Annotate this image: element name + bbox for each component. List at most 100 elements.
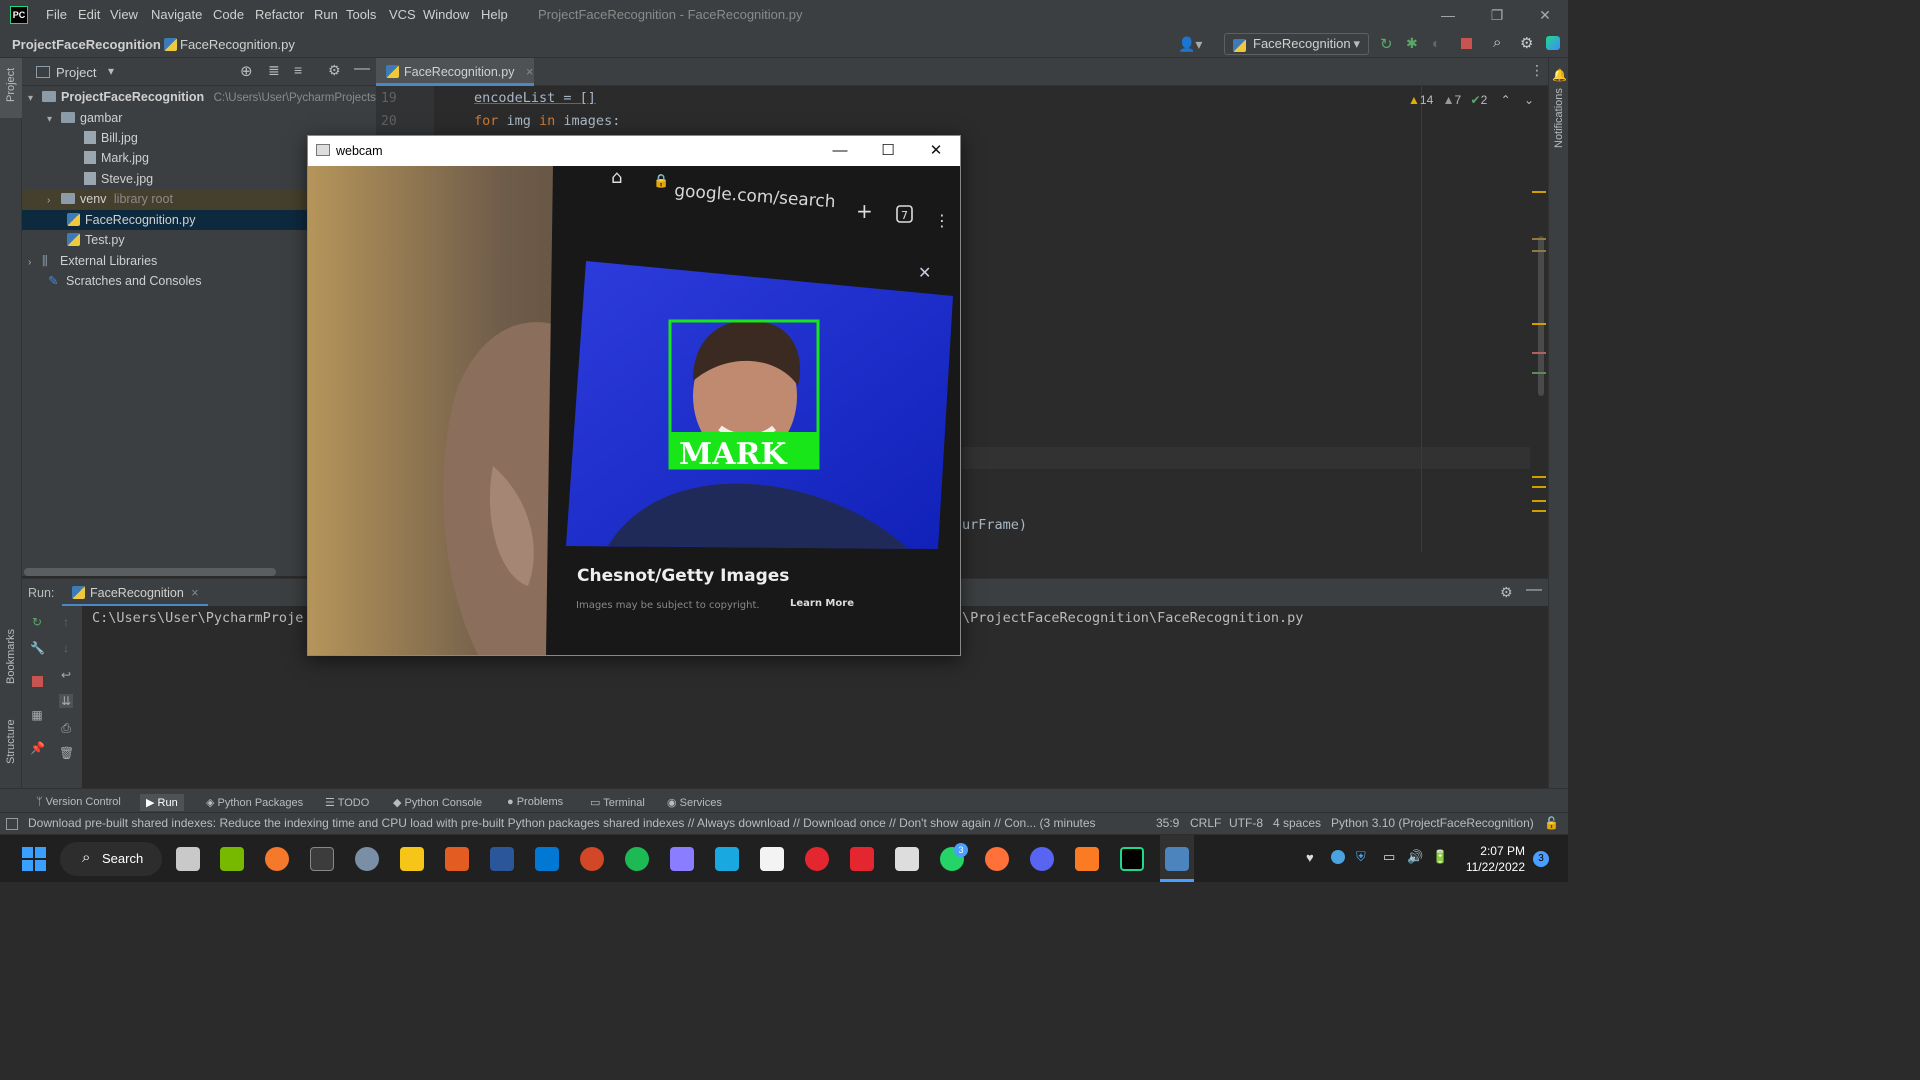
soft-wrap-icon[interactable]: ↩: [59, 668, 73, 682]
close-tab-icon[interactable]: ×: [191, 586, 198, 600]
pocket-icon[interactable]: [850, 847, 874, 871]
tool-version-control[interactable]: ᛘ Version Control: [36, 796, 121, 808]
tree-item-project-root[interactable]: ▾ ProjectFaceRecognition C:\Users\User\Py…: [22, 87, 379, 107]
vscode-icon[interactable]: [535, 847, 559, 871]
line-separator[interactable]: CRLF: [1190, 816, 1221, 830]
menu-edit[interactable]: Edit: [78, 7, 100, 22]
notifications-icon[interactable]: 🔔: [1552, 68, 1567, 82]
rerun-icon[interactable]: ↻: [30, 615, 44, 629]
clock[interactable]: 2:07 PM 11/22/2022: [1466, 843, 1525, 875]
hide-panel-icon[interactable]: —: [1526, 581, 1542, 599]
task-view-icon[interactable]: [176, 847, 200, 871]
maximize-icon[interactable]: ☐: [868, 140, 908, 162]
python-interpreter[interactable]: Python 3.10 (ProjectFaceRecognition): [1331, 816, 1534, 830]
toolbox-icon[interactable]: [1546, 36, 1560, 50]
minimize-icon[interactable]: —: [1433, 4, 1463, 26]
chevron-up-icon[interactable]: ⌃: [1501, 93, 1511, 107]
arrow-down-icon[interactable]: ↓: [59, 641, 73, 655]
error-stripe-mark[interactable]: [1532, 372, 1546, 374]
structure-stripe-label[interactable]: Structure: [5, 719, 17, 764]
error-stripe-mark[interactable]: [1532, 500, 1546, 502]
tool-todo[interactable]: ☰ TODO: [325, 796, 369, 809]
file-encoding[interactable]: UTF-8: [1229, 816, 1263, 830]
l-app-icon[interactable]: [715, 847, 739, 871]
arrow-up-icon[interactable]: ↑: [59, 615, 73, 629]
settings-app-icon[interactable]: [355, 847, 379, 871]
locate-icon[interactable]: ⊕: [240, 62, 253, 80]
wrench-icon[interactable]: 🔧: [30, 641, 45, 655]
error-stripe-mark[interactable]: [1532, 323, 1546, 325]
breadcrumb-file[interactable]: FaceRecognition.py: [180, 37, 295, 52]
lock-icon[interactable]: 🔓: [1544, 816, 1559, 830]
discord-icon[interactable]: [1030, 847, 1054, 871]
vcs-user-icon[interactable]: 👤▾: [1178, 36, 1202, 53]
tool-run[interactable]: ▶ Run: [140, 794, 184, 811]
volume-icon[interactable]: 🔊: [1407, 849, 1423, 865]
breadcrumb-project[interactable]: ProjectFaceRecognition: [12, 37, 161, 52]
notifications-stripe-label[interactable]: Notifications: [1553, 88, 1565, 148]
error-stripe-mark[interactable]: [1532, 250, 1546, 252]
menu-navigate[interactable]: Navigate: [151, 7, 202, 22]
status-toggle-icon[interactable]: [6, 818, 18, 830]
menu-view[interactable]: View: [110, 7, 138, 22]
menu-window[interactable]: Window: [423, 7, 469, 22]
menu-refactor[interactable]: Refactor: [255, 7, 304, 22]
indent-setting[interactable]: 4 spaces: [1273, 816, 1321, 830]
powerpoint-icon[interactable]: [580, 847, 604, 871]
menu-run[interactable]: Run: [314, 7, 338, 22]
search-icon[interactable]: ⌕: [1493, 34, 1501, 51]
battery-icon[interactable]: 🔋: [1432, 849, 1448, 865]
anime-app-icon[interactable]: [895, 847, 919, 871]
run-tab-facerecognition[interactable]: FaceRecognition ×: [62, 579, 208, 607]
vpn-tray-icon[interactable]: ♥: [1306, 850, 1314, 865]
error-stripe-mark[interactable]: [1532, 510, 1546, 512]
minimize-icon[interactable]: —: [820, 140, 860, 162]
run-configuration-selector[interactable]: FaceRecognition ▾: [1224, 33, 1369, 55]
expand-all-icon[interactable]: ≣: [268, 62, 280, 79]
error-stripe-mark[interactable]: [1532, 486, 1546, 488]
error-stripe-mark[interactable]: [1532, 191, 1546, 193]
word-icon[interactable]: [490, 847, 514, 871]
tool-terminal[interactable]: ▭ Terminal: [590, 796, 645, 809]
rerun-icon[interactable]: ↻: [1380, 35, 1393, 53]
trash-icon[interactable]: 🗑: [59, 746, 74, 760]
coverage-icon[interactable]: ◐: [1432, 35, 1440, 51]
tab-facerecognition[interactable]: FaceRecognition.py ×: [376, 58, 534, 86]
close-icon[interactable]: ✕: [916, 140, 956, 162]
pin-icon[interactable]: 📌: [30, 741, 45, 755]
project-stripe-label[interactable]: Project: [5, 68, 17, 102]
nvidia-icon[interactable]: [220, 847, 244, 871]
proton-vpn-icon[interactable]: [670, 847, 694, 871]
horizontal-scrollbar[interactable]: [24, 568, 276, 576]
microsoft-store-icon[interactable]: [760, 847, 784, 871]
taskbar-search[interactable]: ⌕ Search: [60, 842, 162, 876]
error-stripe-mark[interactable]: [1532, 476, 1546, 478]
spotify-icon[interactable]: [625, 847, 649, 871]
tool-services[interactable]: ◉ Services: [667, 796, 722, 809]
gear-icon[interactable]: ⚙: [328, 62, 341, 79]
menu-help[interactable]: Help: [481, 7, 508, 22]
webcam-window[interactable]: webcam — ☐ ✕ MARK ⌂ 🔒 google.com/search …: [307, 135, 961, 656]
menu-file[interactable]: File: [46, 7, 67, 22]
close-tab-icon[interactable]: ×: [526, 65, 533, 79]
close-icon[interactable]: ✕: [1530, 4, 1560, 26]
menu-tools[interactable]: Tools: [346, 7, 376, 22]
hide-panel-icon[interactable]: —: [354, 60, 370, 78]
inspection-widget[interactable]: ▲14 ▲7 ✔2 ⌃ ⌄: [1408, 93, 1534, 107]
tree-item-gambar[interactable]: ▾ gambar: [22, 108, 376, 128]
gear-icon[interactable]: ⚙: [1500, 584, 1513, 601]
bookmarks-stripe-label[interactable]: Bookmarks: [5, 629, 17, 684]
menu-code[interactable]: Code: [213, 7, 244, 22]
chevron-down-icon[interactable]: ⌄: [1524, 93, 1534, 107]
terminal-app-icon[interactable]: [310, 847, 334, 871]
gear-icon[interactable]: ⚙: [1520, 34, 1533, 52]
scroll-to-end-icon[interactable]: ⇊: [59, 694, 73, 708]
file-explorer-icon[interactable]: [400, 847, 424, 871]
tray-app-icon[interactable]: [1331, 850, 1345, 864]
tool-python-console[interactable]: ◆ Python Console: [393, 796, 482, 809]
error-stripe-mark[interactable]: [1532, 352, 1546, 354]
collapse-all-icon[interactable]: ≡: [294, 62, 302, 78]
xampp-icon[interactable]: [1075, 847, 1099, 871]
network-icon[interactable]: ▭: [1383, 849, 1395, 865]
mcafee-icon[interactable]: [805, 847, 829, 871]
